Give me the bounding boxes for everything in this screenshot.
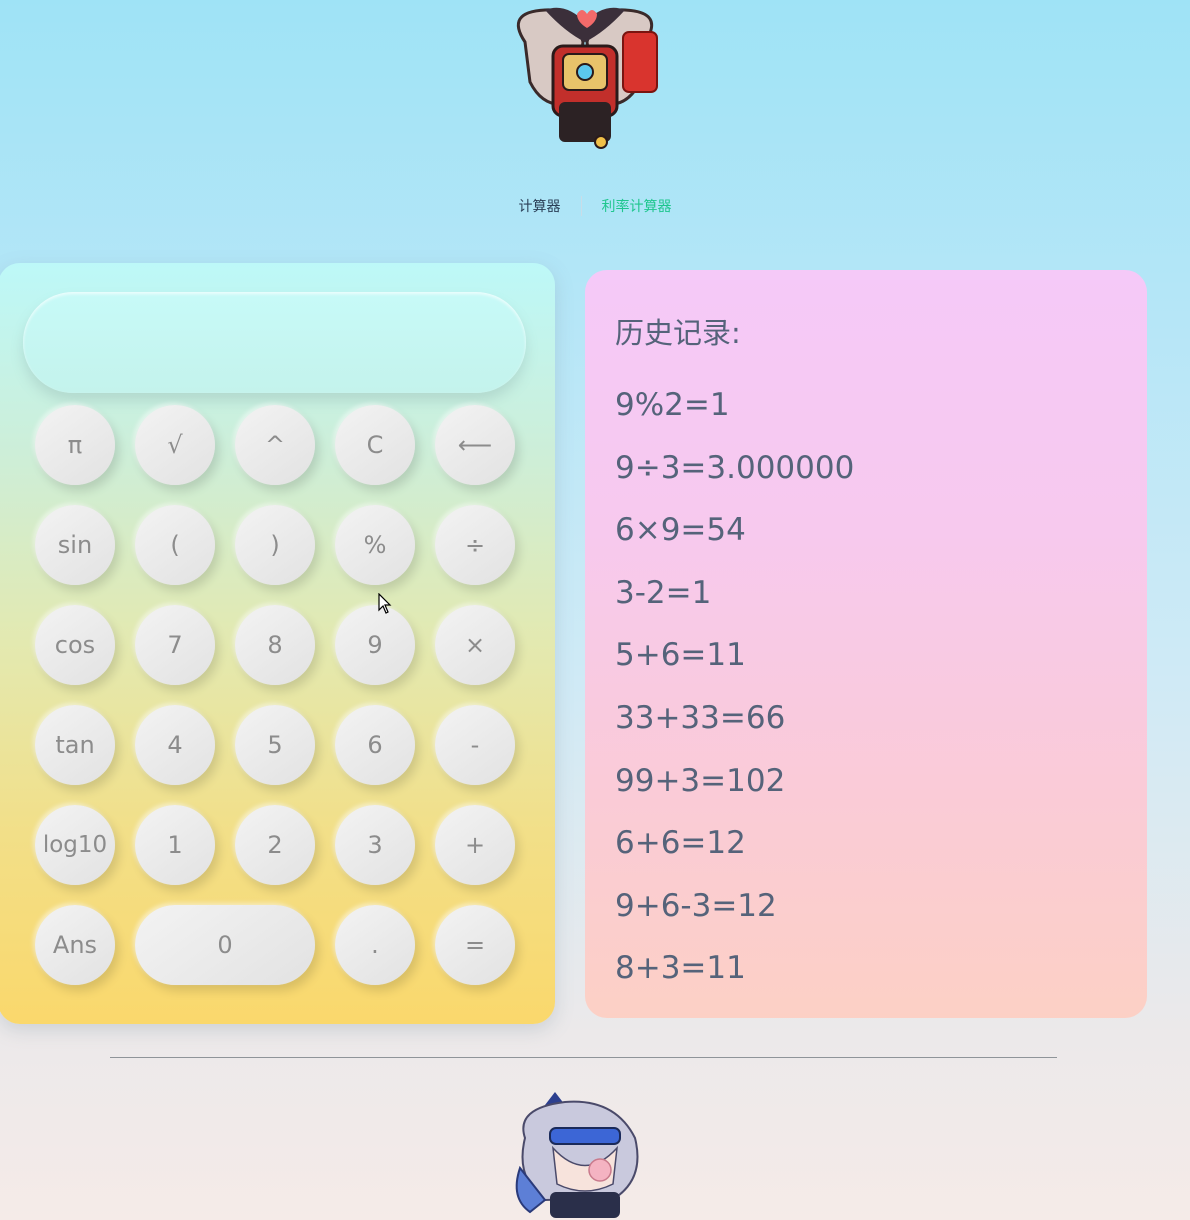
- key-multiply[interactable]: ×: [435, 605, 515, 685]
- key-7-label: 7: [167, 631, 183, 659]
- key-9-label: 9: [367, 631, 383, 659]
- key-6-label: 6: [367, 731, 383, 759]
- mouse-cursor-icon: [378, 593, 392, 614]
- key-cos-label: cos: [54, 631, 96, 659]
- key-log10[interactable]: log10: [35, 805, 115, 885]
- key-pi[interactable]: π: [35, 405, 115, 485]
- key-plus-label: +: [464, 831, 486, 859]
- key-tan[interactable]: tan: [35, 705, 115, 785]
- key-divide[interactable]: ÷: [435, 505, 515, 585]
- history-item: 33+33=66: [615, 699, 786, 736]
- key-1-label: 1: [167, 831, 183, 859]
- key-percent-label: %: [363, 531, 387, 559]
- history-item: 6×9=54: [615, 512, 746, 549]
- history-item: 9%2=1: [615, 387, 730, 423]
- key-decimal-label: .: [371, 931, 379, 959]
- key-6[interactable]: 6: [335, 705, 415, 785]
- key-minus-label: -: [470, 731, 480, 759]
- nav-link-calculator[interactable]: 计算器: [499, 196, 581, 216]
- key-equals-label: =: [464, 931, 486, 959]
- key-0[interactable]: 0: [135, 905, 315, 985]
- key-open-paren-label: (: [170, 531, 180, 559]
- key-plus[interactable]: +: [435, 805, 515, 885]
- bottom-mascot-icon: [515, 1092, 639, 1218]
- key-8-label: 8: [267, 631, 283, 659]
- key-tan-label: tan: [55, 731, 95, 759]
- key-equals[interactable]: =: [435, 905, 515, 985]
- history-title: 历史记录:: [615, 316, 741, 350]
- calculator-display: [23, 292, 526, 393]
- key-4-label: 4: [167, 731, 183, 759]
- history-item: 6+6=12: [615, 825, 746, 862]
- history-item: 5+6=11: [615, 637, 746, 674]
- key-sin-label: sin: [57, 531, 93, 559]
- history-item: 8+3=11: [615, 950, 746, 987]
- history-item: 9÷3=3.000000: [615, 449, 855, 486]
- key-power[interactable]: ^: [235, 405, 315, 485]
- key-decimal[interactable]: .: [335, 905, 415, 985]
- key-1[interactable]: 1: [135, 805, 215, 885]
- key-9[interactable]: 9: [335, 605, 415, 685]
- key-3-label: 3: [367, 831, 383, 859]
- key-close-paren-label: ): [270, 531, 280, 559]
- history-item: 3-2=1: [615, 574, 712, 611]
- history-list: 9%2=1 9÷3=3.000000 6×9=54 3-2=1 5+6=11 33+33=…: [615, 374, 1147, 1000]
- history-item: 99+3=102: [615, 762, 786, 799]
- key-log10-label: log10: [42, 831, 108, 858]
- history-panel: 历史记录: 9%2=1 9÷3=3.000000 6×9=54 3-2=1 5+6=11…: [585, 270, 1147, 1018]
- key-cos[interactable]: cos: [35, 605, 115, 685]
- key-7[interactable]: 7: [135, 605, 215, 685]
- top-mascot-icon: [516, 7, 658, 149]
- key-percent[interactable]: %: [335, 505, 415, 585]
- calculator-panel: π √ ^ C ⟵ sin ()% ÷ cos 7 8 9 × tan 4 5 6 - log10 1 2 3 + Ans 0.…: [0, 263, 555, 1024]
- key-clear-label: C: [366, 431, 384, 459]
- key-3[interactable]: 3: [335, 805, 415, 885]
- key-pi-label: π: [67, 431, 83, 459]
- key-2-label: 2: [267, 831, 283, 859]
- key-sqrt[interactable]: √: [135, 405, 215, 485]
- key-0-label: 0: [217, 931, 233, 959]
- key-multiply-label: ×: [464, 631, 486, 659]
- key-5-label: 5: [267, 731, 283, 759]
- key-ans-label: Ans: [52, 931, 98, 959]
- key-sin[interactable]: sin: [35, 505, 115, 585]
- history-item: 9+6-3=12: [615, 887, 777, 924]
- key-clear[interactable]: C: [335, 405, 415, 485]
- key-8[interactable]: 8: [235, 605, 315, 685]
- key-2[interactable]: 2: [235, 805, 315, 885]
- key-minus[interactable]: -: [435, 705, 515, 785]
- top-nav: 计算器 利率计算器: [0, 196, 1190, 216]
- key-power-label: ^: [264, 431, 286, 459]
- divider: [110, 1057, 1057, 1058]
- key-ans[interactable]: Ans: [35, 905, 115, 985]
- key-open-paren[interactable]: (: [135, 505, 215, 585]
- nav-link-rate-calculator[interactable]: 利率计算器: [580, 196, 692, 216]
- key-5[interactable]: 5: [235, 705, 315, 785]
- key-divide-label: ÷: [464, 531, 486, 559]
- key-sqrt-label: √: [167, 431, 183, 459]
- key-backspace-label: ⟵: [457, 431, 493, 459]
- key-4[interactable]: 4: [135, 705, 215, 785]
- key-close-paren[interactable]: ): [235, 505, 315, 585]
- key-backspace[interactable]: ⟵: [435, 405, 515, 485]
